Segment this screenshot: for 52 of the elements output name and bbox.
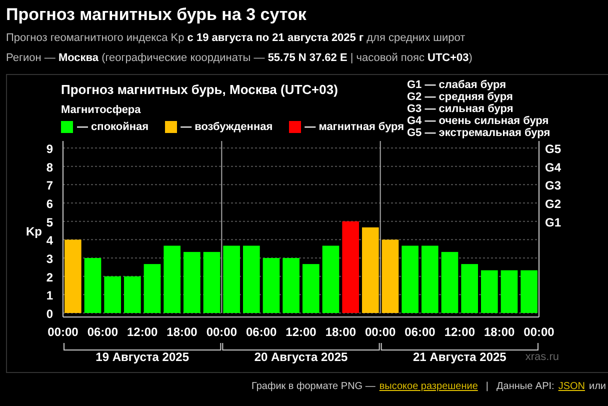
- y-axis-label: 2: [46, 270, 53, 284]
- y-axis-label: 6: [46, 197, 53, 211]
- y-axis-label: 5: [46, 215, 53, 230]
- storm-scale-entry: G3 — сильная буря: [407, 103, 514, 115]
- x-axis-label: 00:00: [206, 325, 238, 339]
- day-label: 20 Августа 2025: [254, 350, 348, 364]
- footer-text: График в формате PNG —: [251, 381, 376, 392]
- x-axis-label: 06:00: [87, 325, 118, 339]
- storm-scale-entry: G5 — экстремальная буря: [407, 127, 550, 139]
- x-axis-label: 18:00: [325, 325, 356, 339]
- high-resolution-link[interactable]: высокое разрешение: [379, 381, 478, 392]
- forecast-description: Прогноз геомагнитного индекса Kp с 19 августа по 21 августа 2025 г для средних широт: [5, 31, 466, 46]
- x-axis-label: 18:00: [484, 325, 515, 339]
- source-label: xras.ru: [525, 351, 559, 363]
- x-axis-label: 12:00: [286, 325, 316, 339]
- x-axis-label: 00:00: [364, 325, 396, 339]
- x-axis-label: 18:00: [166, 325, 198, 339]
- chart-title: Прогноз магнитных бурь, Москва (UTC+03): [61, 82, 339, 98]
- storm-level-label: G4: [545, 160, 562, 174]
- legend-label: — магнитная буря: [304, 121, 404, 133]
- storm-level-label: G5: [545, 142, 562, 156]
- storm-level-label: G1: [545, 215, 562, 230]
- footer-separator: |: [486, 381, 488, 392]
- day-label: 19 Августа 2025: [96, 350, 190, 364]
- footer-text: или: [588, 381, 606, 392]
- y-axis-label: 8: [46, 160, 53, 174]
- region-info: Регион — Москва (географические координаты — 55.75 N 37.62 E | часовой пояс UTC+03): [5, 51, 474, 66]
- storm-level-label: G2: [545, 197, 562, 211]
- day-label: 21 Августа 2025: [412, 350, 506, 364]
- x-axis-label: 12:00: [126, 325, 158, 339]
- x-axis-label: 00:00: [48, 325, 78, 339]
- api-text: Данные API:: [496, 381, 554, 392]
- y-axis-title: Kp: [26, 224, 42, 238]
- y-axis-label: 3: [46, 252, 53, 266]
- y-axis-label: 0: [46, 307, 53, 321]
- storm-level-label: G3: [545, 178, 562, 193]
- x-axis-label: 00:00: [524, 325, 554, 339]
- legend-label: — возбужденная: [180, 121, 273, 133]
- x-axis-label: 12:00: [444, 325, 476, 339]
- json-link[interactable]: JSON: [558, 381, 585, 392]
- y-axis-label: 9: [46, 142, 53, 156]
- page-title: Прогноз магнитных бурь на 3 суток: [5, 4, 308, 26]
- y-axis-label: 7: [46, 178, 53, 193]
- y-axis-label: 4: [46, 234, 53, 248]
- x-axis-label: 06:00: [246, 325, 277, 339]
- x-axis-label: 06:00: [404, 325, 436, 339]
- storm-scale-entry: G1 — слабая буря: [407, 79, 508, 91]
- storm-scale-entry: G4 — очень сильная буря: [407, 115, 550, 127]
- legend-label: — спокойная: [77, 121, 149, 133]
- y-axis-label: 1: [46, 288, 53, 303]
- storm-scale-entry: G2 — средняя буря: [407, 91, 514, 103]
- legend-title: Магнитосфера: [61, 104, 142, 116]
